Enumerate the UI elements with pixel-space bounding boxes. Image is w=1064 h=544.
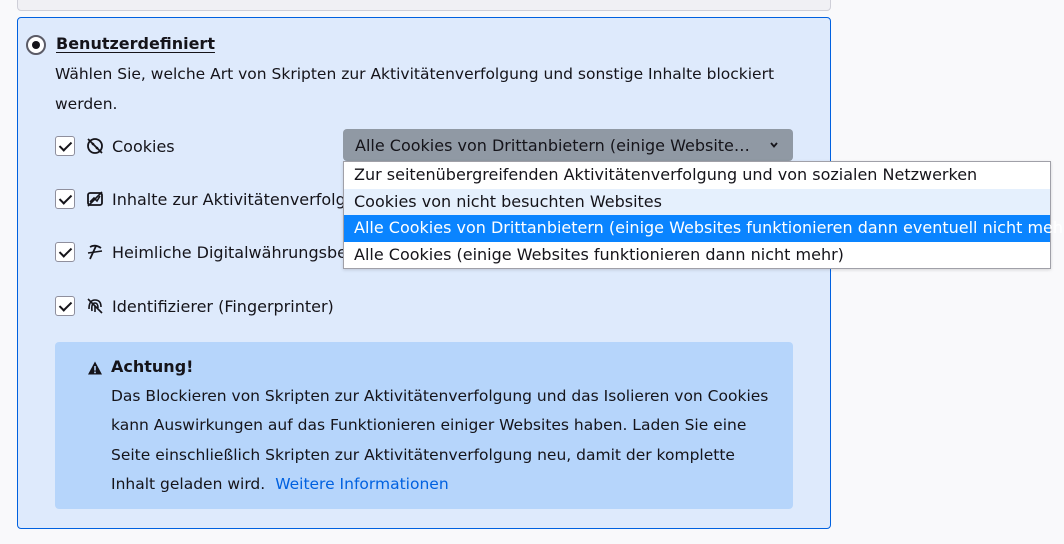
warning-text: Das Blockieren von Skripten zur Aktivitä… (111, 382, 781, 499)
option-row-cryptominers[interactable]: Heimliche Digitalwährungsberechner (Kryp… (55, 241, 343, 263)
fingerprinters-label: Identifizierer (Fingerprinter) (112, 296, 334, 316)
option-row-cookies[interactable]: Cookies (55, 135, 175, 157)
cookie-type-select[interactable]: Alle Cookies von Drittanbietern (einige … (343, 129, 793, 161)
tracking-content-checkbox[interactable] (55, 189, 75, 209)
cookie-select-dropdown: Zur seitenübergreifenden Aktivitätenverf… (343, 161, 1064, 269)
warning-box: Achtung! Das Blockieren von Skripten zur… (55, 342, 793, 509)
tracking-content-icon (87, 191, 103, 207)
cookie-select-value: Alle Cookies von Drittanbietern (einige … (355, 135, 755, 155)
section-title[interactable]: Benutzerdefiniert (56, 33, 215, 55)
cookies-label: Cookies (112, 136, 175, 156)
custom-radio-button[interactable] (26, 35, 46, 55)
cryptominers-label: Heimliche Digitalwährungsberechner (Kryp… (112, 242, 343, 262)
section-description: Wählen Sie, welche Art von Skripten zur … (55, 65, 775, 113)
fingerprinters-checkbox[interactable] (55, 296, 75, 316)
cookie-icon (87, 138, 103, 154)
tracking-content-label: Inhalte zur Aktivitätenverfolgung (112, 189, 343, 209)
dropdown-option-third-party[interactable]: Alle Cookies von Drittanbietern (einige … (344, 215, 1064, 242)
cryptominer-icon (87, 244, 103, 260)
option-row-fingerprinters[interactable]: Identifizierer (Fingerprinter) (55, 295, 334, 317)
learn-more-link[interactable]: Weitere Informationen (275, 475, 448, 493)
dropdown-option-unvisited[interactable]: Cookies von nicht besuchten Websites (344, 188, 1050, 215)
dropdown-option-cross-site[interactable]: Zur seitenübergreifenden Aktivitätenverf… (344, 162, 1050, 189)
chevron-down-icon (770, 142, 778, 148)
warning-icon (88, 361, 102, 375)
dropdown-option-all-cookies[interactable]: Alle Cookies (einige Websites funktionie… (344, 242, 1050, 269)
cryptominers-checkbox[interactable] (55, 242, 75, 262)
warning-title: Achtung! (111, 357, 194, 376)
cookies-checkbox[interactable] (55, 136, 75, 156)
previous-option-card[interactable] (17, 0, 831, 11)
fingerprinter-icon (87, 298, 103, 314)
option-row-tracking-content[interactable]: Inhalte zur Aktivitätenverfolgung (55, 188, 343, 210)
